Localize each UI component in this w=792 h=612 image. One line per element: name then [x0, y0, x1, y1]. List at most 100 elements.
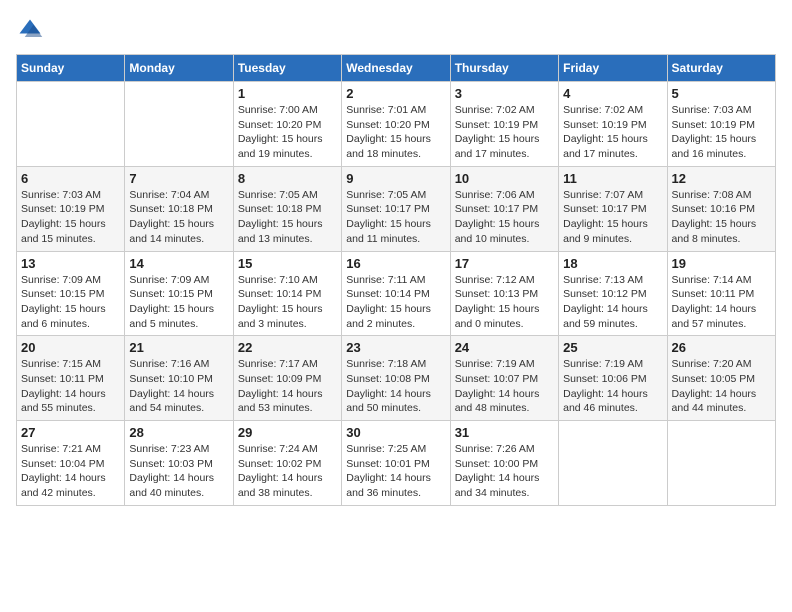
day-number: 5: [672, 86, 771, 101]
day-info: Sunrise: 7:05 AM Sunset: 10:17 PM Daylig…: [346, 188, 445, 247]
day-number: 22: [238, 340, 337, 355]
day-info: Sunrise: 7:16 AM Sunset: 10:10 PM Daylig…: [129, 357, 228, 416]
day-number: 4: [563, 86, 662, 101]
day-info: Sunrise: 7:11 AM Sunset: 10:14 PM Daylig…: [346, 273, 445, 332]
day-info: Sunrise: 7:02 AM Sunset: 10:19 PM Daylig…: [455, 103, 554, 162]
day-info: Sunrise: 7:09 AM Sunset: 10:15 PM Daylig…: [129, 273, 228, 332]
calendar-cell: 12 Sunrise: 7:08 AM Sunset: 10:16 PM Dayl…: [667, 166, 775, 251]
calendar-cell: [559, 421, 667, 506]
calendar-header-row: SundayMondayTuesdayWednesdayThursdayFrid…: [17, 55, 776, 82]
calendar-cell: 13 Sunrise: 7:09 AM Sunset: 10:15 PM Dayl…: [17, 251, 125, 336]
day-of-week-header: Saturday: [667, 55, 775, 82]
day-info: Sunrise: 7:17 AM Sunset: 10:09 PM Daylig…: [238, 357, 337, 416]
calendar-cell: 5 Sunrise: 7:03 AM Sunset: 10:19 PM Dayli…: [667, 82, 775, 167]
day-number: 9: [346, 171, 445, 186]
calendar-cell: 22 Sunrise: 7:17 AM Sunset: 10:09 PM Dayl…: [233, 336, 341, 421]
day-number: 13: [21, 256, 120, 271]
day-number: 27: [21, 425, 120, 440]
day-of-week-header: Sunday: [17, 55, 125, 82]
day-info: Sunrise: 7:03 AM Sunset: 10:19 PM Daylig…: [672, 103, 771, 162]
calendar-cell: 30Sunrise: 7:25 AM Sunset: 10:01 PM Dayl…: [342, 421, 450, 506]
day-number: 7: [129, 171, 228, 186]
calendar-cell: [125, 82, 233, 167]
calendar-cell: 26Sunrise: 7:20 AM Sunset: 10:05 PM Dayl…: [667, 336, 775, 421]
day-number: 6: [21, 171, 120, 186]
calendar-cell: 9 Sunrise: 7:05 AM Sunset: 10:17 PM Dayli…: [342, 166, 450, 251]
day-info: Sunrise: 7:25 AM Sunset: 10:01 PM Daylig…: [346, 442, 445, 501]
day-info: Sunrise: 7:15 AM Sunset: 10:11 PM Daylig…: [21, 357, 120, 416]
day-info: Sunrise: 7:04 AM Sunset: 10:18 PM Daylig…: [129, 188, 228, 247]
day-number: 18: [563, 256, 662, 271]
day-info: Sunrise: 7:07 AM Sunset: 10:17 PM Daylig…: [563, 188, 662, 247]
day-info: Sunrise: 7:01 AM Sunset: 10:20 PM Daylig…: [346, 103, 445, 162]
day-number: 24: [455, 340, 554, 355]
day-of-week-header: Monday: [125, 55, 233, 82]
day-info: Sunrise: 7:26 AM Sunset: 10:00 PM Daylig…: [455, 442, 554, 501]
calendar-cell: 16 Sunrise: 7:11 AM Sunset: 10:14 PM Dayl…: [342, 251, 450, 336]
calendar-cell: 25 Sunrise: 7:19 AM Sunset: 10:06 PM Dayl…: [559, 336, 667, 421]
day-number: 1: [238, 86, 337, 101]
calendar-cell: 3 Sunrise: 7:02 AM Sunset: 10:19 PM Dayli…: [450, 82, 558, 167]
calendar-cell: 20 Sunrise: 7:15 AM Sunset: 10:11 PM Dayl…: [17, 336, 125, 421]
logo: [16, 16, 48, 44]
calendar-cell: 28 Sunrise: 7:23 AM Sunset: 10:03 PM Dayl…: [125, 421, 233, 506]
calendar-table: SundayMondayTuesdayWednesdayThursdayFrid…: [16, 54, 776, 506]
calendar-cell: 8Sunrise: 7:05 AM Sunset: 10:18 PM Dayli…: [233, 166, 341, 251]
day-info: Sunrise: 7:05 AM Sunset: 10:18 PM Daylig…: [238, 188, 337, 247]
day-number: 10: [455, 171, 554, 186]
calendar-week-row: 13 Sunrise: 7:09 AM Sunset: 10:15 PM Dayl…: [17, 251, 776, 336]
day-info: Sunrise: 7:00 AM Sunset: 10:20 PM Daylig…: [238, 103, 337, 162]
day-info: Sunrise: 7:21 AM Sunset: 10:04 PM Daylig…: [21, 442, 120, 501]
day-of-week-header: Wednesday: [342, 55, 450, 82]
page-header: [16, 16, 776, 44]
day-number: 15: [238, 256, 337, 271]
calendar-week-row: 27 Sunrise: 7:21 AM Sunset: 10:04 PM Dayl…: [17, 421, 776, 506]
calendar-week-row: 20 Sunrise: 7:15 AM Sunset: 10:11 PM Dayl…: [17, 336, 776, 421]
day-info: Sunrise: 7:13 AM Sunset: 10:12 PM Daylig…: [563, 273, 662, 332]
day-number: 23: [346, 340, 445, 355]
day-info: Sunrise: 7:10 AM Sunset: 10:14 PM Daylig…: [238, 273, 337, 332]
day-number: 11: [563, 171, 662, 186]
day-info: Sunrise: 7:14 AM Sunset: 10:11 PM Daylig…: [672, 273, 771, 332]
day-of-week-header: Thursday: [450, 55, 558, 82]
calendar-cell: 7 Sunrise: 7:04 AM Sunset: 10:18 PM Dayli…: [125, 166, 233, 251]
calendar-cell: 23 Sunrise: 7:18 AM Sunset: 10:08 PM Dayl…: [342, 336, 450, 421]
calendar-cell: [17, 82, 125, 167]
day-number: 2: [346, 86, 445, 101]
day-number: 3: [455, 86, 554, 101]
day-info: Sunrise: 7:09 AM Sunset: 10:15 PM Daylig…: [21, 273, 120, 332]
day-info: Sunrise: 7:18 AM Sunset: 10:08 PM Daylig…: [346, 357, 445, 416]
calendar-cell: 19Sunrise: 7:14 AM Sunset: 10:11 PM Dayl…: [667, 251, 775, 336]
calendar-week-row: 1 Sunrise: 7:00 AM Sunset: 10:20 PM Dayli…: [17, 82, 776, 167]
day-number: 17: [455, 256, 554, 271]
calendar-cell: 6 Sunrise: 7:03 AM Sunset: 10:19 PM Dayli…: [17, 166, 125, 251]
calendar-cell: [667, 421, 775, 506]
day-info: Sunrise: 7:20 AM Sunset: 10:05 PM Daylig…: [672, 357, 771, 416]
calendar-cell: 27 Sunrise: 7:21 AM Sunset: 10:04 PM Dayl…: [17, 421, 125, 506]
day-number: 16: [346, 256, 445, 271]
day-number: 25: [563, 340, 662, 355]
day-info: Sunrise: 7:03 AM Sunset: 10:19 PM Daylig…: [21, 188, 120, 247]
day-info: Sunrise: 7:19 AM Sunset: 10:06 PM Daylig…: [563, 357, 662, 416]
day-number: 31: [455, 425, 554, 440]
calendar-cell: 29Sunrise: 7:24 AM Sunset: 10:02 PM Dayl…: [233, 421, 341, 506]
calendar-cell: 18 Sunrise: 7:13 AM Sunset: 10:12 PM Dayl…: [559, 251, 667, 336]
day-info: Sunrise: 7:23 AM Sunset: 10:03 PM Daylig…: [129, 442, 228, 501]
calendar-cell: 2 Sunrise: 7:01 AM Sunset: 10:20 PM Dayli…: [342, 82, 450, 167]
day-info: Sunrise: 7:08 AM Sunset: 10:16 PM Daylig…: [672, 188, 771, 247]
calendar-cell: 11 Sunrise: 7:07 AM Sunset: 10:17 PM Dayl…: [559, 166, 667, 251]
day-of-week-header: Tuesday: [233, 55, 341, 82]
day-number: 14: [129, 256, 228, 271]
logo-icon: [16, 16, 44, 44]
day-number: 12: [672, 171, 771, 186]
calendar-week-row: 6 Sunrise: 7:03 AM Sunset: 10:19 PM Dayli…: [17, 166, 776, 251]
day-number: 29: [238, 425, 337, 440]
day-number: 21: [129, 340, 228, 355]
day-info: Sunrise: 7:19 AM Sunset: 10:07 PM Daylig…: [455, 357, 554, 416]
calendar-cell: 4Sunrise: 7:02 AM Sunset: 10:19 PM Dayli…: [559, 82, 667, 167]
calendar-cell: 1 Sunrise: 7:00 AM Sunset: 10:20 PM Dayli…: [233, 82, 341, 167]
calendar-cell: 15 Sunrise: 7:10 AM Sunset: 10:14 PM Dayl…: [233, 251, 341, 336]
day-number: 28: [129, 425, 228, 440]
day-number: 20: [21, 340, 120, 355]
calendar-cell: 21 Sunrise: 7:16 AM Sunset: 10:10 PM Dayl…: [125, 336, 233, 421]
